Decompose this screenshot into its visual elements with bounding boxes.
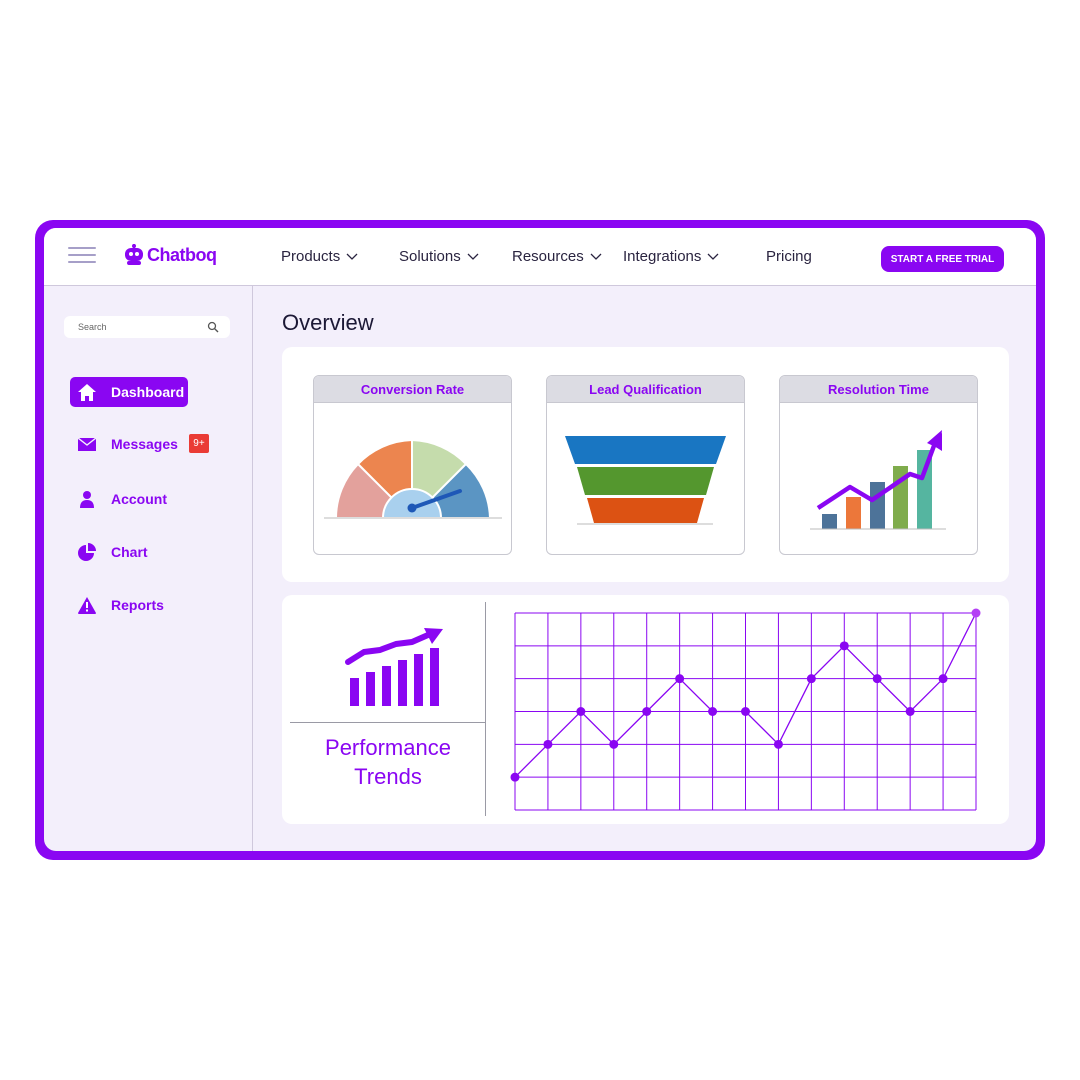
robot-icon <box>125 244 143 265</box>
pie-chart-icon <box>77 542 97 562</box>
data-point <box>773 739 783 749</box>
funnel-chart <box>565 436 726 525</box>
unread-badge: 9+ <box>189 434 209 453</box>
sidebar-item-chart[interactable]: Chart <box>70 537 148 567</box>
data-point <box>675 674 685 684</box>
search-icon[interactable] <box>207 321 219 333</box>
performance-trends-panel: Performance Trends <box>282 595 1009 824</box>
nav-integrations[interactable]: Integrations <box>623 248 719 265</box>
kpi-cards-panel: Conversion Rate Lead Qualification Resol… <box>282 347 1009 582</box>
data-point <box>938 674 948 684</box>
divider <box>290 722 486 723</box>
start-free-trial-button[interactable]: START A FREE TRIAL <box>881 246 1004 272</box>
data-point <box>872 674 882 684</box>
gauge-chart <box>324 438 502 521</box>
nav-label: Pricing <box>766 248 812 265</box>
sidebar-item-label: Dashboard <box>111 384 185 400</box>
sidebar-item-label: Account <box>111 491 167 507</box>
data-point <box>609 739 619 749</box>
data-point <box>642 707 652 716</box>
sidebar-item-label: Messages <box>111 436 178 452</box>
sidebar-item-account[interactable]: Account <box>70 484 167 514</box>
sidebar-item-dashboard[interactable]: Dashboard <box>70 377 188 407</box>
warning-icon <box>77 595 97 615</box>
chevron-down-icon <box>346 253 358 260</box>
hamburger-menu-icon[interactable] <box>68 247 96 265</box>
page-title: Overview <box>282 310 374 335</box>
card-lead-qualification[interactable]: Lead Qualification <box>546 375 745 555</box>
search-box <box>64 316 230 338</box>
sidebar-item-label: Chart <box>111 544 148 560</box>
nav-resources[interactable]: Resources <box>512 248 602 265</box>
trending-up-icon <box>345 628 443 706</box>
sidebar-item-messages[interactable]: Messages 9+ <box>70 429 220 459</box>
data-point <box>510 772 520 782</box>
home-icon <box>77 382 97 402</box>
data-point <box>708 707 718 716</box>
nav-label: Resources <box>512 248 584 265</box>
card-resolution-time[interactable]: Resolution Time <box>779 375 978 555</box>
nav-label: Integrations <box>623 248 702 265</box>
card-title: Resolution Time <box>780 376 977 403</box>
brand-logo[interactable]: Chatboq <box>124 244 217 266</box>
card-conversion-rate[interactable]: Conversion Rate <box>313 375 512 555</box>
nav-products[interactable]: Products <box>281 248 358 265</box>
user-icon <box>77 489 97 509</box>
app-window-frame: Chatboq Products Solutions Resources Int… <box>35 220 1045 860</box>
chevron-down-icon <box>707 253 719 260</box>
divider <box>485 602 486 816</box>
performance-line-chart <box>510 608 981 811</box>
chevron-down-icon <box>590 253 602 260</box>
nav-label: Solutions <box>399 248 461 265</box>
sidebar-item-label: Reports <box>111 597 164 613</box>
card-title: Conversion Rate <box>314 376 511 403</box>
search-input[interactable] <box>76 321 210 333</box>
data-point <box>576 707 586 716</box>
data-point <box>971 608 981 618</box>
performance-trends-title: Performance Trends <box>290 733 486 791</box>
nav-solutions[interactable]: Solutions <box>399 248 479 265</box>
data-point <box>806 674 816 684</box>
data-point <box>839 641 849 651</box>
sidebar: Dashboard Messages 9+ Account Chart <box>44 286 253 851</box>
title-line: Performance <box>325 735 451 760</box>
sidebar-item-reports[interactable]: Reports <box>70 590 164 620</box>
brand-name: Chatboq <box>147 244 217 265</box>
mail-icon <box>77 434 97 454</box>
data-point <box>543 739 553 749</box>
bar-trend-chart <box>810 430 946 530</box>
chevron-down-icon <box>467 253 479 260</box>
data-point <box>741 707 750 716</box>
nav-pricing[interactable]: Pricing <box>766 248 812 265</box>
data-point <box>905 707 915 716</box>
nav-label: Products <box>281 248 341 265</box>
title-line: Trends <box>354 764 422 789</box>
app-window: Chatboq Products Solutions Resources Int… <box>44 228 1036 851</box>
card-title: Lead Qualification <box>547 376 744 403</box>
top-navbar: Chatboq Products Solutions Resources Int… <box>44 228 1036 286</box>
